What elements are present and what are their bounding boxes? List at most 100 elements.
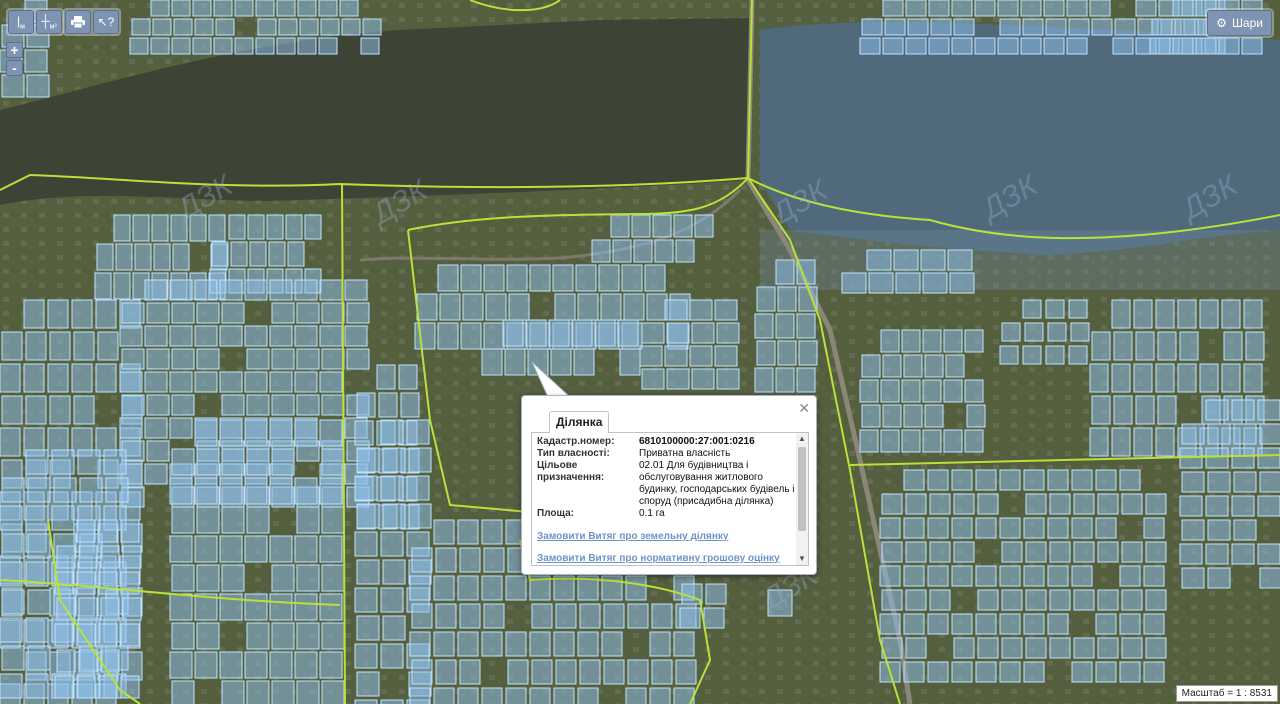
scroll-thumb[interactable] (798, 447, 806, 531)
land-parcel[interactable] (1143, 565, 1165, 587)
land-parcel[interactable] (319, 371, 343, 393)
land-parcel[interactable] (964, 379, 984, 403)
land-parcel[interactable] (705, 583, 727, 605)
order-valuation-extract-link[interactable]: Замовити Витяг про нормативну грошову оц… (537, 553, 795, 564)
land-parcel[interactable] (321, 622, 345, 650)
land-parcel[interactable] (171, 506, 195, 534)
land-parcel[interactable] (433, 519, 455, 545)
land-parcel[interactable] (1257, 543, 1280, 565)
land-parcel[interactable] (1221, 299, 1241, 329)
land-parcel[interactable] (457, 575, 479, 601)
land-parcel[interactable] (1218, 37, 1240, 55)
land-parcel[interactable] (76, 675, 96, 699)
land-parcel[interactable] (294, 371, 318, 393)
land-parcel[interactable] (169, 417, 193, 439)
land-parcel[interactable] (78, 649, 98, 673)
land-parcel[interactable] (882, 354, 902, 378)
land-parcel[interactable] (0, 561, 23, 587)
land-parcel[interactable] (1001, 637, 1023, 659)
land-parcel[interactable] (437, 264, 459, 292)
land-parcel[interactable] (651, 603, 673, 629)
land-parcel[interactable] (1020, 0, 1042, 17)
land-parcel[interactable] (1097, 637, 1119, 659)
land-parcel[interactable] (257, 18, 277, 36)
land-parcel[interactable] (354, 420, 374, 446)
land-parcel[interactable] (380, 475, 404, 501)
land-parcel[interactable] (481, 519, 503, 545)
land-parcel[interactable] (1047, 469, 1069, 491)
land-parcel[interactable] (433, 575, 455, 601)
land-parcel[interactable] (321, 448, 345, 476)
land-parcel[interactable] (146, 348, 170, 370)
land-parcel[interactable] (1091, 18, 1113, 36)
land-parcel[interactable] (96, 243, 114, 271)
land-parcel[interactable] (400, 392, 420, 418)
land-parcel[interactable] (1257, 447, 1280, 469)
land-parcel[interactable] (930, 18, 952, 36)
land-parcel[interactable] (408, 503, 432, 529)
land-parcel[interactable] (119, 417, 143, 439)
land-parcel[interactable] (1, 477, 25, 503)
land-parcel[interactable] (481, 575, 503, 601)
land-parcel[interactable] (152, 18, 172, 36)
land-parcel[interactable] (73, 395, 95, 425)
land-parcel[interactable] (171, 0, 191, 17)
land-parcel[interactable] (922, 429, 942, 453)
land-parcel[interactable] (318, 0, 338, 17)
land-parcel[interactable] (903, 517, 925, 539)
land-parcel[interactable] (777, 286, 797, 312)
land-parcel[interactable] (1, 533, 25, 559)
land-parcel[interactable] (169, 593, 193, 621)
land-parcel[interactable] (1135, 331, 1155, 361)
land-parcel[interactable] (1001, 541, 1023, 563)
land-parcel[interactable] (1, 589, 25, 615)
land-parcel[interactable] (554, 293, 576, 321)
land-parcel[interactable] (1121, 493, 1143, 515)
land-parcel[interactable] (146, 302, 170, 324)
land-parcel[interactable] (230, 241, 248, 267)
land-parcel[interactable] (296, 394, 320, 416)
land-parcel[interactable] (905, 0, 927, 17)
land-parcel[interactable] (380, 587, 404, 613)
land-parcel[interactable] (171, 564, 195, 592)
land-parcel[interactable] (881, 493, 903, 515)
land-parcel[interactable] (1068, 299, 1088, 319)
land-parcel[interactable] (664, 345, 688, 367)
land-parcel[interactable] (651, 659, 673, 685)
land-parcel[interactable] (1259, 423, 1280, 445)
land-parcel[interactable] (219, 535, 243, 563)
land-parcel[interactable] (866, 249, 892, 271)
land-parcel[interactable] (196, 348, 220, 370)
land-parcel[interactable] (1024, 322, 1044, 342)
land-parcel[interactable] (380, 699, 404, 704)
land-parcel[interactable] (631, 214, 651, 238)
land-parcel[interactable] (1091, 395, 1111, 425)
land-parcel[interactable] (171, 448, 195, 476)
land-parcel[interactable] (1257, 495, 1280, 517)
land-parcel[interactable] (271, 348, 295, 370)
land-parcel[interactable] (378, 392, 398, 418)
land-parcel[interactable] (271, 622, 295, 650)
land-parcel[interactable] (100, 649, 120, 673)
land-parcel[interactable] (951, 37, 973, 55)
land-parcel[interactable] (1089, 0, 1111, 17)
land-parcel[interactable] (922, 379, 942, 403)
land-parcel[interactable] (951, 469, 973, 491)
land-parcel[interactable] (1259, 471, 1280, 493)
land-parcel[interactable] (211, 241, 229, 267)
land-parcel[interactable] (999, 565, 1021, 587)
land-parcel[interactable] (777, 340, 797, 366)
land-parcel[interactable] (905, 493, 927, 515)
land-parcel[interactable] (483, 547, 505, 573)
identify-button[interactable]: ↖? (93, 10, 119, 34)
land-parcel[interactable] (975, 613, 997, 635)
land-parcel[interactable] (756, 286, 776, 312)
land-parcel[interactable] (1199, 363, 1219, 393)
land-parcel[interactable] (460, 322, 482, 350)
land-parcel[interactable] (975, 469, 997, 491)
land-parcel[interactable] (299, 18, 319, 36)
land-parcel[interactable] (1113, 395, 1133, 425)
land-parcel[interactable] (319, 593, 343, 621)
land-parcel[interactable] (1073, 493, 1095, 515)
land-parcel[interactable] (144, 371, 168, 393)
